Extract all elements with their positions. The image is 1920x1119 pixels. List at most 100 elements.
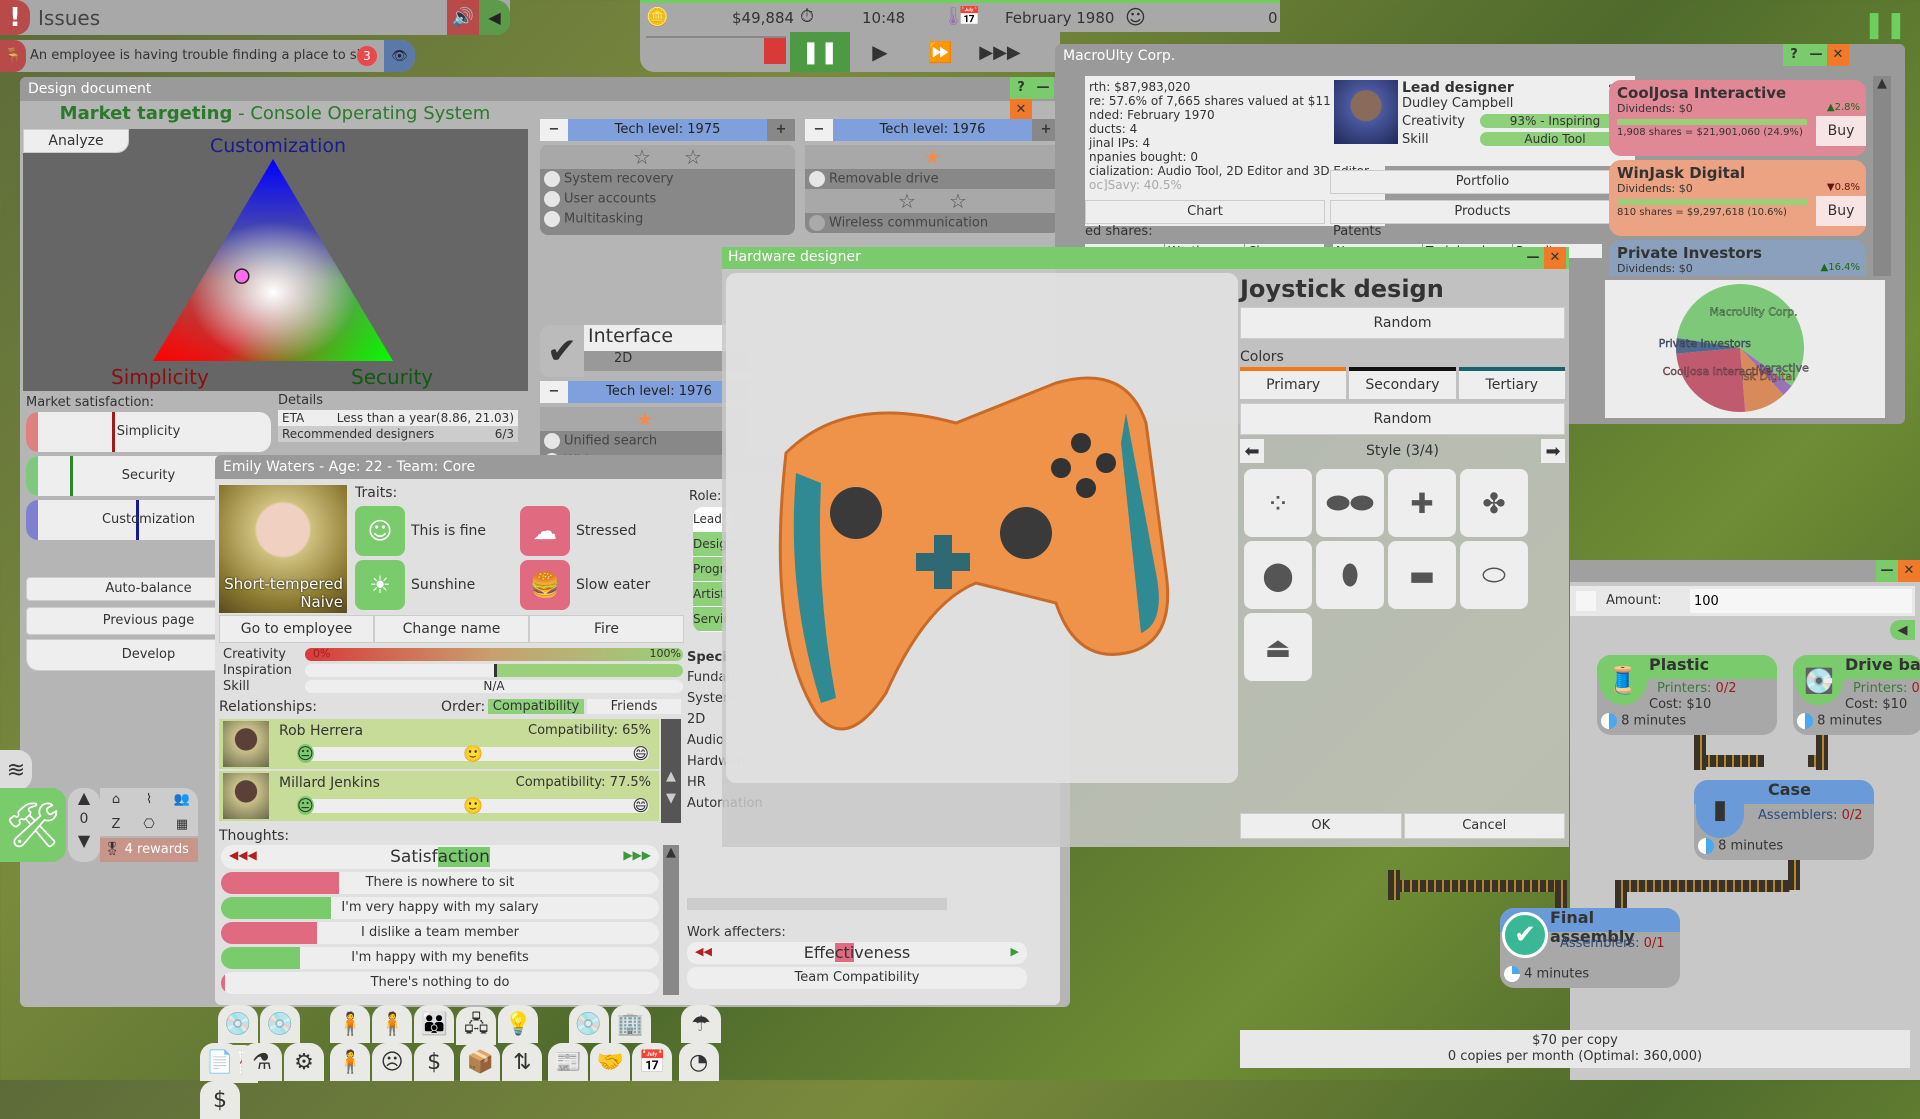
scroll-up-icon[interactable]: ▲: [661, 769, 681, 784]
market-triangle[interactable]: [153, 159, 393, 363]
ideas-icon[interactable]: 💡: [498, 1005, 539, 1043]
next-style-arrow-icon[interactable]: ➡: [1541, 439, 1565, 463]
style-option[interactable]: ⬭: [1460, 541, 1528, 609]
close-button[interactable]: ✕: [1544, 247, 1566, 269]
scroll-up-icon[interactable]: ▲: [663, 845, 679, 860]
tech-plus-button[interactable]: +: [767, 119, 795, 141]
pause-button[interactable]: ❚❚: [790, 32, 850, 72]
help-button[interactable]: ?: [1010, 77, 1032, 99]
layers-button[interactable]: ≋: [0, 750, 32, 790]
amount-checkbox[interactable]: [1576, 591, 1596, 611]
amount-input[interactable]: [1690, 589, 1912, 613]
color-tab[interactable]: Primary: [1240, 367, 1347, 399]
servers-icon[interactable]: 🖧: [456, 1006, 497, 1045]
issue-item[interactable]: 🪑 An employee is having trouble finding …: [0, 40, 415, 72]
close-button[interactable]: ✕: [1827, 44, 1849, 66]
staff-icon[interactable]: 🧍: [330, 1043, 371, 1081]
spec-hscroll[interactable]: [687, 898, 947, 910]
target-point[interactable]: [234, 268, 250, 284]
market-share-icon[interactable]: ◔: [678, 1043, 719, 1081]
production-node-final-assembly[interactable]: Final assembly ✔ Assemblers: 0/1 4 minut…: [1500, 908, 1680, 988]
portfolio-button[interactable]: Portfolio: [1330, 170, 1635, 194]
sound-icon[interactable]: 🔊: [447, 0, 479, 35]
eye-icon[interactable]: 👁: [384, 40, 415, 72]
teams-icon[interactable]: 👪: [414, 1005, 455, 1043]
style-option[interactable]: ▬: [1388, 541, 1456, 609]
production-node-drive-bay[interactable]: Drive bay 💽 Printers: 0/2 Cost: $10 8 mi…: [1793, 655, 1920, 735]
buy-button[interactable]: Buy: [1816, 196, 1866, 226]
feature-item[interactable]: Multitasking: [540, 209, 795, 229]
checkbox[interactable]: [809, 215, 825, 231]
new-product-icon[interactable]: 💿: [218, 1005, 258, 1043]
feature-item[interactable]: User accounts: [540, 189, 795, 209]
insurance-icon[interactable]: ☂: [680, 1005, 721, 1043]
minimize-button[interactable]: —: [1876, 560, 1898, 582]
style-option[interactable]: ⬤: [1244, 541, 1312, 609]
building-icon[interactable]: 🏢: [610, 1005, 651, 1043]
close-button[interactable]: ✕: [1898, 560, 1920, 582]
circuit-icon[interactable]: ⎔: [133, 813, 165, 837]
production-node-plastic[interactable]: Plastic 🧵 Printers: 0/2 Cost: $10 8 minu…: [1597, 655, 1777, 735]
color-tab[interactable]: Tertiary: [1458, 367, 1565, 399]
rewards-button[interactable]: 🎖 4 rewards: [100, 838, 198, 862]
feature-item[interactable]: Unified search: [540, 431, 750, 451]
research-icon[interactable]: ⚗: [242, 1043, 282, 1081]
ok-button[interactable]: OK: [1240, 813, 1402, 839]
random-colors-button[interactable]: Random: [1240, 403, 1565, 435]
feature-item[interactable]: Wireless communication: [805, 213, 1060, 233]
shareholder-scrollbar[interactable]: ▲: [1873, 76, 1891, 276]
products-icon[interactable]: 💿: [260, 1005, 300, 1043]
mood-icon[interactable]: ☹: [372, 1043, 413, 1081]
floor-down-icon[interactable]: ▼: [68, 831, 100, 850]
style-option[interactable]: ⁘: [1244, 469, 1312, 537]
news-icon[interactable]: 📰: [548, 1043, 589, 1081]
products-button[interactable]: Products: [1330, 200, 1635, 224]
prev-style-arrow-icon[interactable]: ⬅: [1240, 439, 1264, 463]
style-option[interactable]: ✚: [1388, 469, 1456, 537]
style-option[interactable]: ⬮: [1316, 541, 1384, 609]
document-icon[interactable]: 📄: [200, 1043, 240, 1081]
room-icon[interactable]: ⌂: [100, 788, 132, 812]
order-friends-tab[interactable]: Friends: [587, 699, 681, 714]
go-to-employee-button[interactable]: Go to employee: [219, 615, 374, 643]
tech-minus-button[interactable]: −: [805, 119, 833, 141]
fastest-button[interactable]: ▶▶▶: [970, 32, 1030, 72]
checkbox[interactable]: [544, 171, 560, 187]
finance-icon[interactable]: $: [200, 1081, 240, 1119]
collapse-arrow-icon[interactable]: ◀: [1890, 620, 1915, 640]
minimize-button[interactable]: —: [1522, 247, 1544, 269]
checkbox[interactable]: [544, 211, 560, 227]
tech-minus-button[interactable]: −: [540, 381, 568, 403]
floor-up-icon[interactable]: ▲: [68, 788, 100, 807]
fast-forward-button[interactable]: ⏩: [910, 32, 970, 72]
pause-indicator-icon[interactable]: ❚❚: [1863, 10, 1907, 40]
loan-icon[interactable]: $: [414, 1043, 455, 1081]
feature-item[interactable]: System recovery: [540, 169, 795, 189]
server-icon[interactable]: ▦: [166, 813, 198, 837]
checkbox[interactable]: [809, 171, 825, 187]
play-button[interactable]: ▶: [850, 32, 910, 72]
lamp-icon[interactable]: ⌇: [133, 788, 165, 812]
buy-button[interactable]: Buy: [1816, 116, 1866, 146]
random-design-button[interactable]: Random: [1240, 307, 1565, 339]
fire-button[interactable]: Fire: [529, 615, 684, 643]
analyze-button[interactable]: Analyze: [23, 129, 129, 153]
build-mode-button[interactable]: 🛠: [0, 788, 66, 862]
checkmark-icon[interactable]: ✔: [540, 325, 584, 377]
change-name-button[interactable]: Change name: [374, 615, 529, 643]
collapse-icon[interactable]: ◀: [479, 0, 510, 35]
employee-icon[interactable]: 🧍: [330, 1005, 371, 1043]
order-compatibility-tab[interactable]: Compatibility: [488, 699, 584, 714]
minimize-button[interactable]: —: [1805, 44, 1827, 66]
automation-icon[interactable]: ⚙: [284, 1043, 324, 1081]
minimize-button[interactable]: —: [1032, 77, 1054, 99]
style-option[interactable]: ⏏: [1244, 613, 1312, 681]
checkbox[interactable]: [544, 191, 560, 207]
style-option[interactable]: ✤: [1460, 469, 1528, 537]
distribution-icon[interactable]: ⇅: [502, 1043, 543, 1081]
thoughts-scrollbar[interactable]: ▲: [663, 845, 679, 995]
checkbox[interactable]: [544, 433, 560, 449]
package-icon[interactable]: 📦: [460, 1043, 501, 1081]
help-button[interactable]: ?: [1783, 44, 1805, 66]
hire-icon[interactable]: 🧍: [372, 1005, 413, 1043]
